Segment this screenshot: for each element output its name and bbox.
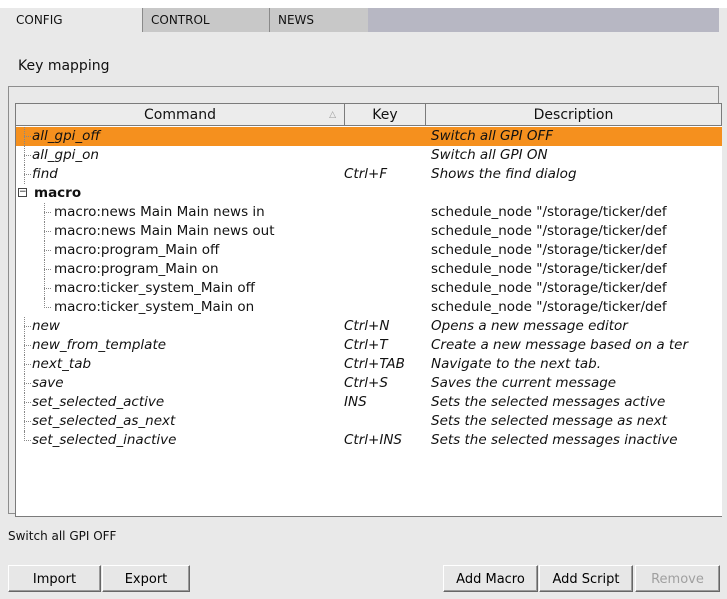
cell-command: macro:news Main Main news in [54,204,265,220]
cell-command: new_from_template [32,337,167,353]
cell-command: macro:program_Main on [54,261,219,277]
tab-bar: CONFIG CONTROL NEWS [8,8,719,32]
key-mapping-tree[interactable]: Command △ Key Description all_gpi_off Swi… [15,103,722,517]
cell-command: new [32,318,60,334]
table-row[interactable]: new Ctrl+N Opens a new message editor [16,317,722,336]
cell-description: Sets the selected message as next [431,413,667,429]
cell-command: save [32,375,64,391]
tree-guide-line [24,355,32,374]
top-strip [0,0,727,8]
table-row[interactable]: next_tab Ctrl+TAB Navigate to the next tab… [16,355,722,374]
cell-description: Create a new message based on a ter [431,337,689,353]
tree-guide-line [24,336,32,355]
cell-key: Ctrl+F [344,166,388,182]
tree-guide-line [24,317,32,336]
cell-description: Shows the find dialog [431,166,577,182]
cell-command: macro:ticker_system_Main on [54,299,255,315]
cell-key: Ctrl+INS [344,432,402,448]
tree-guide-line [24,431,32,450]
cell-command: macro [34,185,82,201]
cell-command: macro:program_Main off [54,242,220,258]
cell-description: Switch all GPI ON [431,147,548,163]
table-row[interactable]: new_from_template Ctrl+T Create a new mess… [16,336,722,355]
cell-key: Ctrl+TAB [344,356,405,372]
table-row[interactable]: save Ctrl+S Saves the current message [16,374,722,393]
tree-guide-line [24,412,32,431]
column-header-description[interactable]: Description [425,104,722,126]
import-button[interactable]: Import [8,565,101,592]
cell-command: next_tab [32,356,92,372]
cell-command: set_selected_active [32,394,165,410]
table-row[interactable]: macro:news Main Main news in schedule_nod… [16,203,722,222]
table-row[interactable]: macro:program_Main off schedule_node "/st… [16,241,722,260]
cell-command: set_selected_as_next [32,413,176,429]
tree-guide-line [24,165,32,184]
table-header: Command △ Key Description [16,104,722,126]
table-row[interactable]: set_selected_active INS Sets the selected … [16,393,722,412]
collapse-icon[interactable]: − [18,188,27,197]
add-script-button[interactable]: Add Script [539,565,633,592]
tree-guide-line [44,260,52,279]
cell-description: schedule_node "/storage/ticker/def [431,204,667,220]
tab-control[interactable]: CONTROL [143,8,270,32]
cell-description: Saves the current message [431,375,617,391]
tree-guide-line [44,279,52,298]
cell-command: find [32,166,58,182]
cell-description: Switch all GPI OFF [431,128,554,144]
cell-key: Ctrl+S [344,375,388,391]
tree-guide-line [44,298,52,317]
cell-description: schedule_node "/storage/ticker/def [431,223,667,239]
remove-button[interactable]: Remove [635,565,720,592]
cell-description: Sets the selected messages active [431,394,666,410]
sort-ascending-icon: △ [329,110,336,120]
tree-guide-line [44,241,52,260]
cell-description: Opens a new message editor [431,318,628,334]
export-button[interactable]: Export [102,565,190,592]
cell-command: all_gpi_on [32,147,99,163]
table-row[interactable]: macro:program_Main on schedule_node "/sto… [16,260,722,279]
column-header-command[interactable]: Command △ [16,104,345,126]
add-macro-button[interactable]: Add Macro [443,565,538,592]
cell-key: Ctrl+T [344,337,388,353]
table-row[interactable]: macro:ticker_system_Main off schedule_nod… [16,279,722,298]
tree-guide-line [24,393,32,412]
cell-command: macro:ticker_system_Main off [54,280,255,296]
cell-command: set_selected_inactive [32,432,177,448]
tab-news[interactable]: NEWS [270,8,368,32]
table-row[interactable]: all_gpi_on Switch all GPI ON [16,146,722,165]
cell-description: schedule_node "/storage/ticker/def [431,261,667,277]
cell-description: schedule_node "/storage/ticker/def [431,280,667,296]
status-text: Switch all GPI OFF [8,529,117,543]
tree-group-row[interactable]: − macro [16,184,722,203]
tree-guide-line [24,374,32,393]
tree-guide-line [44,203,52,222]
cell-command: macro:news Main Main news out [54,223,275,239]
tree-guide-line [24,127,32,146]
table-body: all_gpi_off Switch all GPI OFF all_gpi_on S… [16,127,722,450]
column-header-command-label: Command [144,107,216,123]
tab-config[interactable]: CONFIG [8,8,143,32]
page-title: Key mapping [18,58,110,74]
cell-description: schedule_node "/storage/ticker/def [431,242,667,258]
cell-description: schedule_node "/storage/ticker/def [431,299,667,315]
column-header-key[interactable]: Key [344,104,426,126]
table-row[interactable]: macro:news Main Main news out schedule_no… [16,222,722,241]
table-row[interactable]: macro:ticker_system_Main on schedule_node… [16,298,722,317]
table-row[interactable]: set_selected_as_next Sets the selected me… [16,412,722,431]
cell-description: Sets the selected messages inactive [431,432,678,448]
table-row[interactable]: all_gpi_off Switch all GPI OFF [16,127,722,146]
table-row[interactable]: set_selected_inactive Ctrl+INS Sets the se… [16,431,722,450]
cell-key: INS [344,394,367,410]
tree-guide-line [44,222,52,241]
tree-guide-line [24,146,32,165]
table-row[interactable]: find Ctrl+F Shows the find dialog [16,165,722,184]
cell-key: Ctrl+N [344,318,390,334]
cell-description: Navigate to the next tab. [431,356,601,372]
cell-command: all_gpi_off [32,128,101,144]
